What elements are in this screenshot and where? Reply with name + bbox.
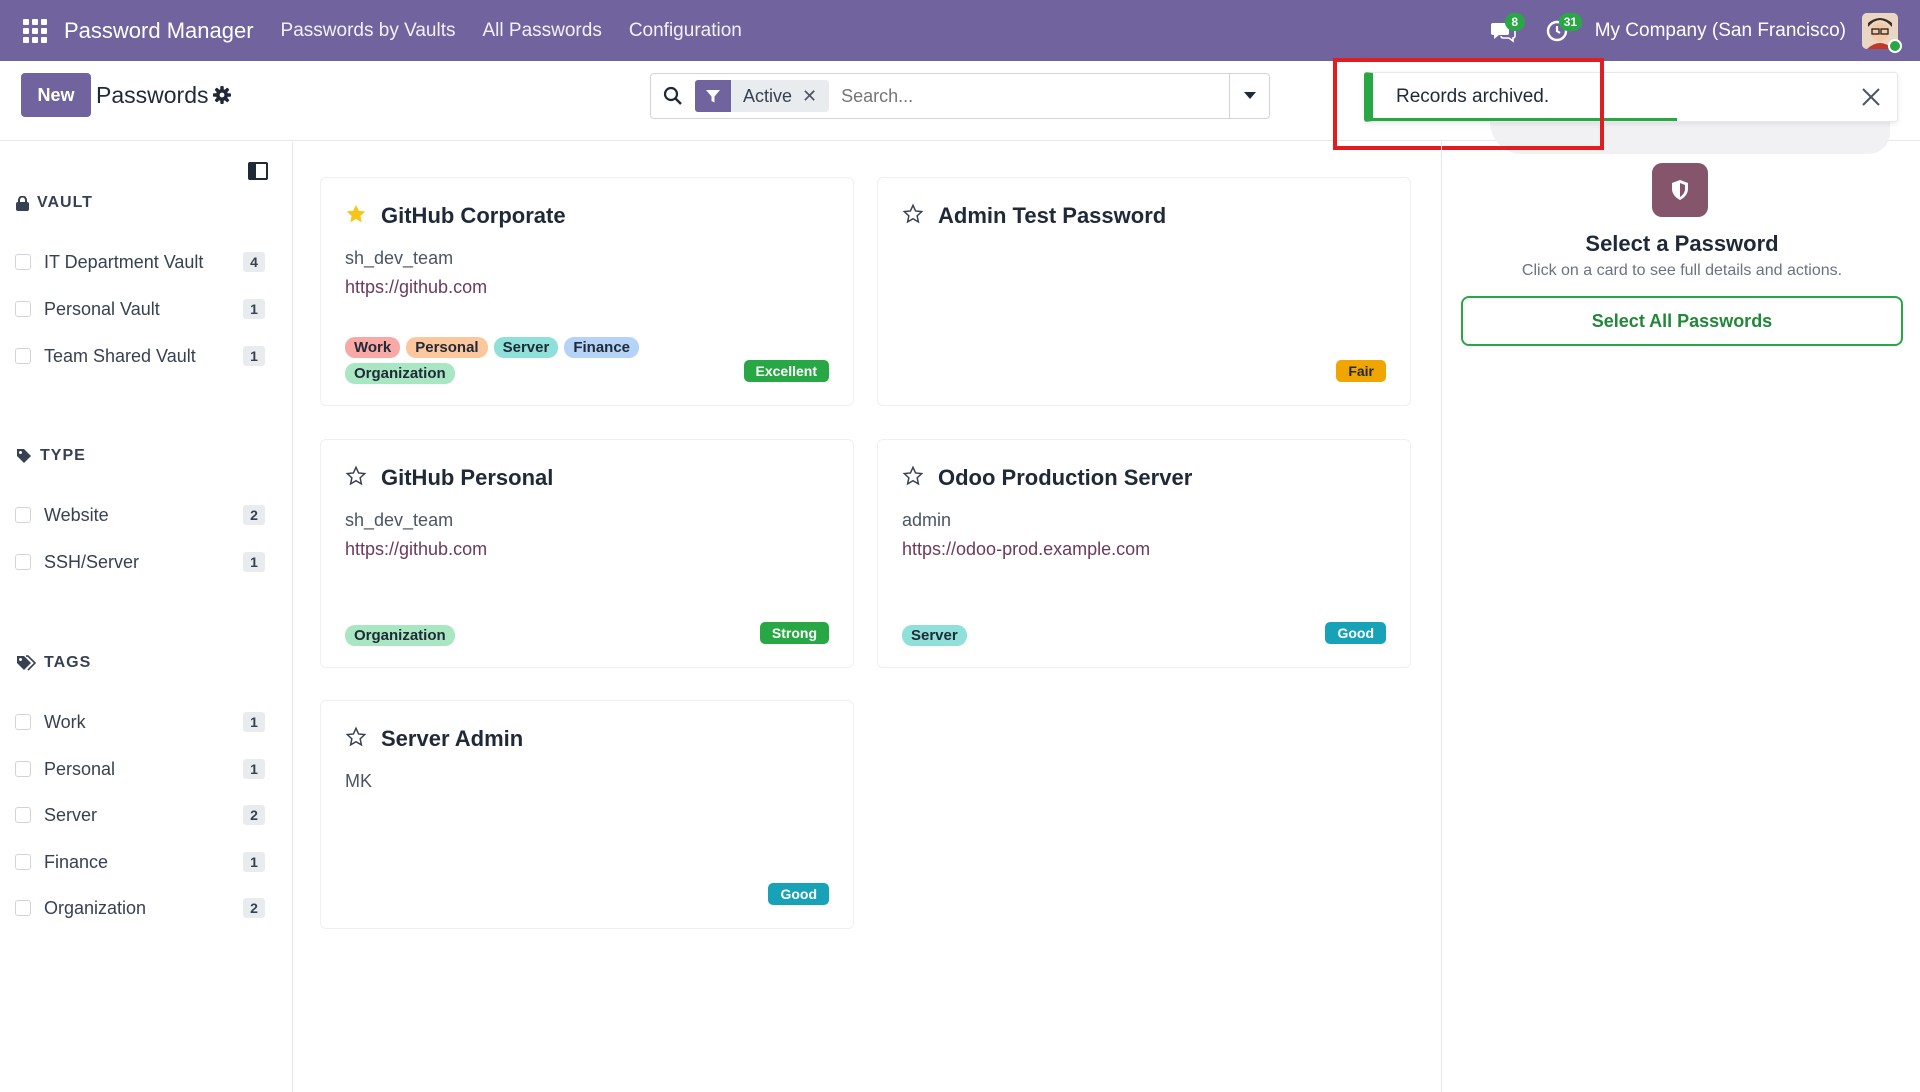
app-brand[interactable]: Password Manager [64, 18, 254, 44]
checkbox[interactable] [15, 254, 31, 270]
company-switcher[interactable]: My Company (San Francisco) [1595, 20, 1846, 42]
card-title: Admin Test Password [938, 203, 1167, 228]
strength-badge: Good [768, 883, 829, 905]
tag-item-organization[interactable]: Organization 2 [15, 893, 265, 923]
card-username: sh_dev_team [345, 248, 454, 268]
star-outline-icon[interactable] [345, 726, 367, 748]
card-title: Server Admin [381, 726, 524, 751]
tags-section-heading: TAGS [16, 654, 91, 672]
star-outline-icon[interactable] [345, 465, 367, 487]
card-title: GitHub Corporate [381, 203, 566, 228]
card-tags: Work Personal Server Finance Organizatio… [345, 337, 675, 384]
page-title: Passwords [96, 82, 209, 108]
gear-icon[interactable] [212, 85, 232, 105]
messages-badge: 8 [1504, 13, 1525, 31]
details-panel: Select a Password Click on a card to see… [1441, 142, 1920, 1092]
select-all-passwords-button[interactable]: Select All Passwords [1461, 296, 1903, 346]
tag-badge: Finance [564, 337, 640, 358]
card-username: admin [902, 510, 952, 530]
card-username: sh_dev_team [345, 510, 454, 530]
card-url[interactable]: https://odoo-prod.example.com [902, 539, 1150, 560]
tag-item-personal[interactable]: Personal 1 [15, 754, 265, 784]
facet-remove-icon[interactable]: ✕ [802, 86, 829, 107]
password-card[interactable]: GitHub Corporate sh_dev_team https://git… [320, 177, 854, 406]
sidebar-collapse-icon[interactable] [248, 162, 268, 180]
card-title: GitHub Personal [381, 465, 554, 490]
tag-item-work[interactable]: Work 1 [15, 707, 265, 737]
tag-item-finance[interactable]: Finance 1 [15, 847, 265, 877]
vault-item-it-department[interactable]: IT Department Vault 4 [15, 247, 265, 277]
star-filled-icon[interactable] [345, 203, 367, 225]
checkbox[interactable] [15, 807, 31, 823]
tag-badge: Organization [345, 625, 455, 646]
top-navbar: Password Manager Passwords by Vaults All… [0, 0, 1920, 61]
tag-badge: Server [902, 625, 967, 646]
checkbox[interactable] [15, 854, 31, 870]
checkbox[interactable] [15, 761, 31, 777]
activities-badge: 31 [1558, 13, 1583, 31]
search-panel-sidebar: VAULT IT Department Vault 4 Personal Vaul… [0, 142, 293, 1092]
type-item-website[interactable]: Website 2 [15, 500, 265, 530]
password-card[interactable]: Admin Test Password Fair [877, 177, 1411, 406]
close-icon[interactable] [1859, 85, 1883, 109]
new-button[interactable]: New [21, 73, 91, 117]
menu-all-passwords[interactable]: All Passwords [483, 20, 602, 42]
checkbox[interactable] [15, 714, 31, 730]
tag-badge: Work [345, 337, 401, 358]
star-outline-icon[interactable] [902, 465, 924, 487]
apps-menu-icon[interactable] [0, 0, 70, 61]
card-tags: Server [902, 625, 1232, 646]
search-facet-active: Active ✕ [695, 80, 830, 112]
password-card[interactable]: Server Admin MK Good [320, 700, 854, 929]
checkbox[interactable] [15, 301, 31, 317]
tag-badge: Organization [345, 363, 455, 384]
tags-icon [17, 655, 36, 671]
filter-icon [695, 80, 731, 112]
card-tags: Organization [345, 625, 675, 646]
type-section-heading: TYPE [16, 447, 86, 465]
checkbox[interactable] [15, 554, 31, 570]
card-title: Odoo Production Server [938, 465, 1193, 490]
strength-badge: Strong [759, 622, 829, 644]
vault-item-team-shared[interactable]: Team Shared Vault 1 [15, 341, 265, 371]
tag-badge: Personal [406, 337, 488, 358]
panel-subtitle: Click on a card to see full details and … [1521, 262, 1843, 279]
panel-title: Select a Password [1585, 231, 1779, 256]
facet-label: Active [743, 85, 793, 106]
search-options-toggle[interactable] [1229, 74, 1269, 118]
lock-icon [16, 195, 29, 211]
vault-item-personal[interactable]: Personal Vault 1 [15, 294, 265, 324]
tag-item-server[interactable]: Server 2 [15, 800, 265, 830]
checkbox[interactable] [15, 507, 31, 523]
search-input[interactable] [841, 85, 1212, 107]
online-status-dot [1888, 38, 1902, 53]
user-avatar[interactable] [1862, 12, 1902, 53]
password-card[interactable]: Odoo Production Server admin https://odo… [877, 439, 1411, 668]
card-url[interactable]: https://github.com [345, 277, 487, 298]
shield-icon [1652, 163, 1708, 217]
messages-button[interactable]: 8 [1479, 0, 1527, 61]
activities-button[interactable]: 31 [1533, 0, 1583, 61]
star-outline-icon[interactable] [902, 203, 924, 225]
menu-configuration[interactable]: Configuration [629, 20, 742, 42]
menu-passwords-by-vaults[interactable]: Passwords by Vaults [281, 20, 456, 42]
annotation-highlight-box [1333, 58, 1604, 150]
password-card[interactable]: GitHub Personal sh_dev_team https://gith… [320, 439, 854, 668]
strength-badge: Fair [1336, 360, 1386, 382]
strength-badge: Excellent [743, 360, 829, 382]
tag-icon [17, 449, 31, 463]
search-bar: Active ✕ [650, 73, 1270, 119]
search-icon[interactable] [651, 74, 695, 118]
card-username: MK [345, 771, 372, 791]
tag-badge: Server [493, 337, 559, 358]
card-url[interactable]: https://github.com [345, 539, 487, 560]
vault-section-heading: VAULT [16, 194, 93, 212]
checkbox[interactable] [15, 900, 31, 916]
type-item-ssh-server[interactable]: SSH/Server 1 [15, 547, 265, 577]
strength-badge: Good [1325, 622, 1386, 644]
caret-down-icon [1243, 92, 1256, 99]
checkbox[interactable] [15, 348, 31, 364]
